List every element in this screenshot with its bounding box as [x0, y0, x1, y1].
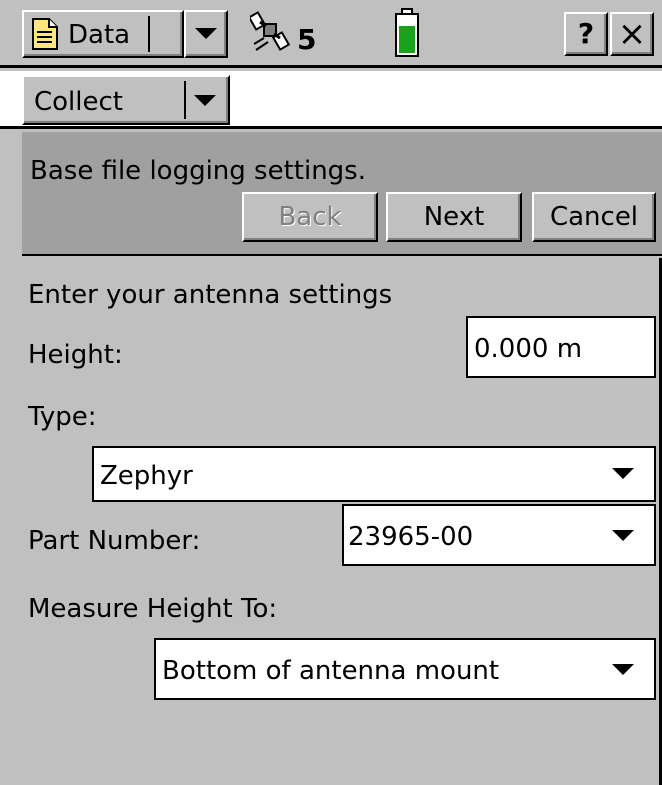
type-label: Type:: [28, 402, 97, 432]
close-icon: ×: [617, 14, 647, 54]
type-select[interactable]: Zephyr: [92, 446, 656, 502]
chevron-down-icon: [612, 468, 634, 479]
part-number-select[interactable]: 23965-00: [342, 504, 656, 566]
part-number-value: 23965-00: [348, 522, 474, 552]
satellite-icon: [247, 10, 294, 56]
cancel-button[interactable]: Cancel: [532, 192, 656, 242]
collect-dropdown[interactable]: Collect: [22, 75, 230, 125]
form-area: Enter your antenna settings Height: 0.00…: [22, 258, 662, 785]
chevron-down-icon: [612, 530, 634, 541]
height-value: 0.000 m: [474, 334, 583, 364]
battery-icon: [394, 8, 420, 58]
dropdown-separator: [184, 81, 186, 119]
measure-height-label: Measure Height To:: [28, 594, 278, 624]
part-number-label: Part Number:: [28, 526, 201, 556]
cancel-button-label: Cancel: [549, 202, 639, 232]
back-button[interactable]: Back: [242, 192, 378, 242]
next-button-label: Next: [423, 202, 485, 232]
collect-dropdown-label: Collect: [34, 87, 123, 117]
data-menu-button[interactable]: Data: [22, 10, 184, 58]
form-heading: Enter your antenna settings: [28, 280, 393, 310]
menu-separator: [148, 16, 150, 52]
next-button[interactable]: Next: [386, 192, 522, 242]
help-label: ?: [577, 17, 595, 50]
chevron-down-icon: [194, 95, 216, 106]
wizard-header: Base file logging settings. Back Next Ca…: [22, 132, 662, 256]
close-button[interactable]: ×: [610, 12, 654, 56]
type-value: Zephyr: [100, 461, 193, 491]
document-icon: [32, 18, 58, 50]
chevron-down-icon: [612, 664, 634, 675]
title-bar: Data 5 ? ×: [0, 0, 662, 68]
sub-bar: Collect: [0, 71, 662, 129]
satellite-count: 5: [297, 23, 317, 56]
height-input[interactable]: 0.000 m: [466, 316, 656, 378]
measure-height-select[interactable]: Bottom of antenna mount: [154, 638, 656, 700]
measure-height-value: Bottom of antenna mount: [162, 656, 500, 686]
chevron-down-icon: [195, 28, 217, 39]
wizard-instruction: Base file logging settings.: [30, 156, 366, 186]
height-label: Height:: [28, 340, 123, 370]
help-button[interactable]: ?: [564, 12, 608, 56]
data-menu-dropdown-button[interactable]: [184, 10, 228, 58]
data-menu-label: Data: [68, 20, 131, 50]
back-button-label: Back: [278, 202, 342, 232]
